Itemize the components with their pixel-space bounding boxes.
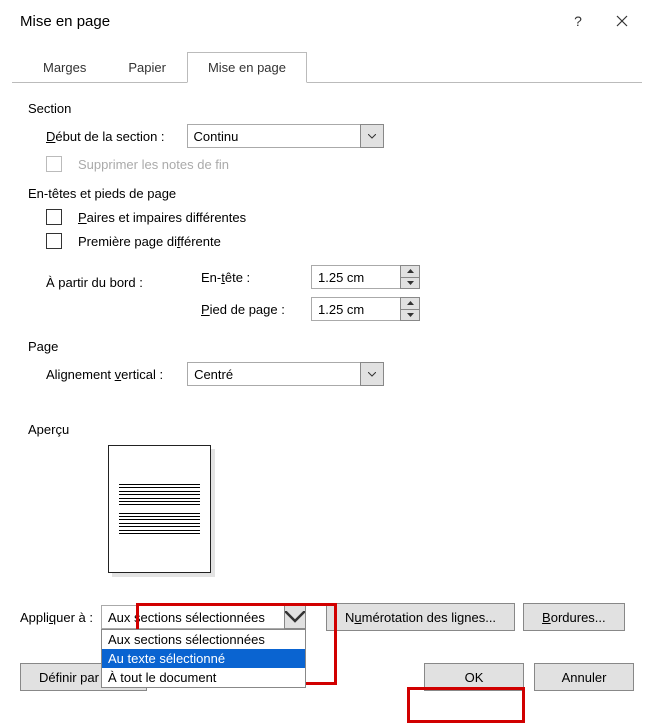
group-page: Page bbox=[28, 339, 626, 354]
tab-marges[interactable]: Marges bbox=[22, 52, 107, 83]
dialog-footer: Appliquer à : Aux sections sélectionnées… bbox=[0, 603, 654, 707]
suppress-endnotes-checkbox bbox=[46, 156, 62, 172]
chevron-down-icon bbox=[285, 611, 305, 624]
chevron-up-icon bbox=[407, 301, 414, 305]
close-icon bbox=[616, 15, 628, 27]
section-start-label: Début de la section : bbox=[46, 129, 165, 144]
header-distance-spinner[interactable] bbox=[311, 265, 420, 289]
suppress-endnotes-label: Supprimer les notes de fin bbox=[78, 157, 229, 172]
tab-content: Section Début de la section : Supprimer … bbox=[0, 83, 654, 573]
footer-distance-value[interactable] bbox=[311, 297, 400, 321]
spinner-up-button[interactable] bbox=[401, 266, 419, 278]
valign-label: Alignement vertical : bbox=[46, 367, 163, 382]
diff-first-label: Première page différente bbox=[78, 234, 221, 249]
preview-label: Aperçu bbox=[28, 422, 626, 437]
header-distance-label: En-tête : bbox=[201, 270, 301, 285]
cancel-button[interactable]: Annuler bbox=[534, 663, 634, 691]
valign-dropdown-button[interactable] bbox=[360, 362, 384, 386]
apply-option-2[interactable]: À tout le document bbox=[102, 668, 305, 687]
apply-to-value[interactable] bbox=[101, 605, 284, 629]
spinner-down-button[interactable] bbox=[401, 310, 419, 321]
apply-to-dropdown-button[interactable] bbox=[284, 605, 306, 629]
from-edge-label: À partir du bord : bbox=[46, 275, 143, 290]
tab-strip: Marges Papier Mise en page bbox=[22, 52, 644, 83]
window-title: Mise en page bbox=[10, 13, 110, 30]
close-button[interactable] bbox=[600, 6, 644, 36]
diff-odd-even-label: Paires et impaires différentes bbox=[78, 210, 246, 225]
apply-to-combo[interactable]: Aux sections sélectionnées Au texte séle… bbox=[101, 605, 306, 629]
valign-value[interactable] bbox=[187, 362, 360, 386]
group-section: Section bbox=[28, 101, 626, 116]
footer-distance-spinner[interactable] bbox=[311, 297, 420, 321]
spinner-down-button[interactable] bbox=[401, 278, 419, 289]
highlight-ok-button bbox=[407, 687, 525, 723]
chevron-down-icon bbox=[407, 313, 414, 317]
line-numbers-button[interactable]: Numérotation des lignes... bbox=[326, 603, 515, 631]
chevron-down-icon bbox=[368, 372, 376, 377]
section-start-dropdown-button[interactable] bbox=[360, 124, 384, 148]
borders-label: Bordures... bbox=[542, 610, 606, 625]
help-button[interactable]: ? bbox=[556, 6, 600, 36]
line-numbers-label: Numérotation des lignes... bbox=[345, 610, 496, 625]
header-distance-value[interactable] bbox=[311, 265, 400, 289]
apply-to-dropdown-list[interactable]: Aux sections sélectionnées Au texte séle… bbox=[101, 629, 306, 688]
tab-mise-en-page[interactable]: Mise en page bbox=[187, 52, 307, 83]
section-start-combo[interactable] bbox=[187, 124, 384, 148]
ok-button[interactable]: OK bbox=[424, 663, 524, 691]
chevron-up-icon bbox=[407, 269, 414, 273]
chevron-down-icon bbox=[407, 281, 414, 285]
valign-combo[interactable] bbox=[187, 362, 384, 386]
apply-to-label: Appliquer à : bbox=[20, 610, 93, 625]
title-bar: Mise en page ? bbox=[0, 0, 654, 42]
chevron-down-icon bbox=[368, 134, 376, 139]
tab-papier[interactable]: Papier bbox=[107, 52, 187, 83]
diff-first-checkbox[interactable] bbox=[46, 233, 62, 249]
diff-odd-even-checkbox[interactable] bbox=[46, 209, 62, 225]
group-headers: En-têtes et pieds de page bbox=[28, 186, 626, 201]
section-start-value[interactable] bbox=[187, 124, 360, 148]
borders-button[interactable]: Bordures... bbox=[523, 603, 625, 631]
spinner-up-button[interactable] bbox=[401, 298, 419, 310]
apply-option-0[interactable]: Aux sections sélectionnées bbox=[102, 630, 305, 649]
apply-option-1[interactable]: Au texte sélectionné bbox=[102, 649, 305, 668]
footer-distance-label: Pied de page : bbox=[201, 302, 301, 317]
preview-thumbnail bbox=[108, 445, 211, 573]
